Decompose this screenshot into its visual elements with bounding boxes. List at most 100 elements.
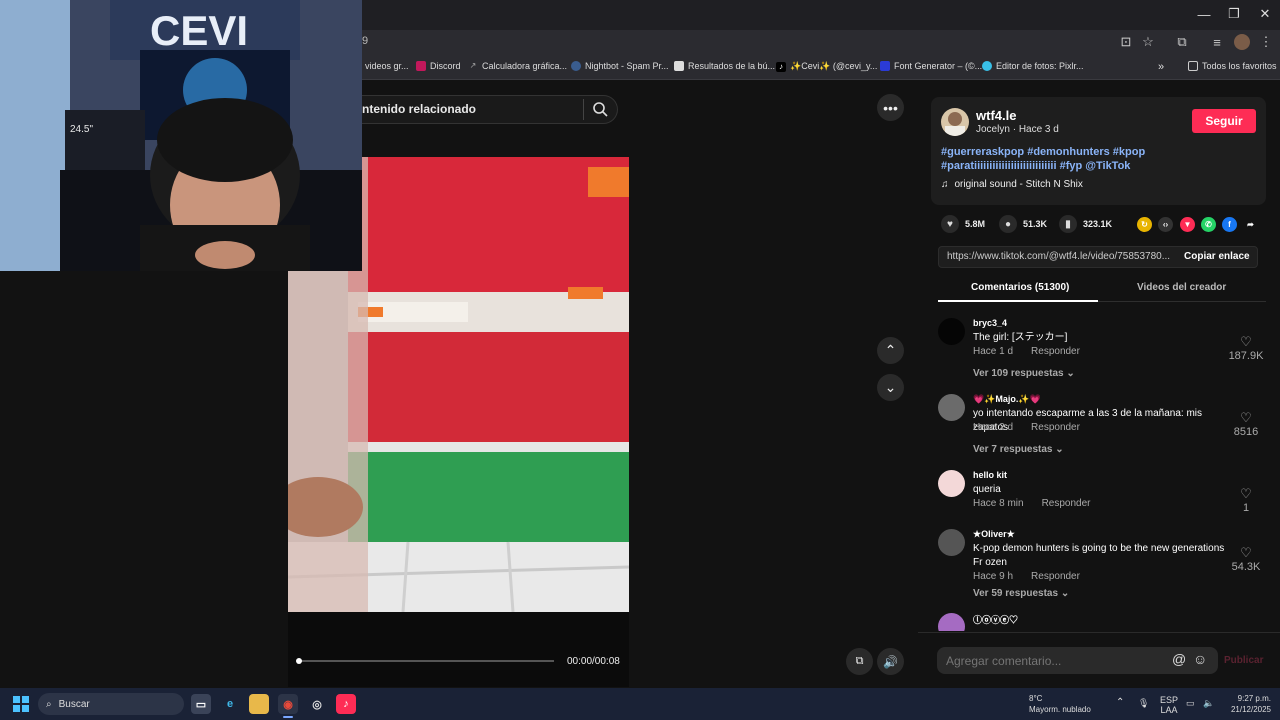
comment-like-button[interactable]: ♡ 1 <box>1226 486 1266 514</box>
tray-chevron-icon[interactable]: ⌃ <box>1116 698 1124 708</box>
floating-player-icon[interactable]: ⧉ <box>846 648 873 675</box>
comment-like-button[interactable]: ♡ 8516 <box>1226 410 1266 438</box>
comments-stat[interactable]: ● 51.3K <box>999 215 1047 233</box>
bookmark-item[interactable]: videos gr... <box>365 61 409 71</box>
more-options-icon[interactable]: ••• <box>877 94 904 121</box>
obs-icon[interactable]: ◎ <box>307 694 327 714</box>
chrome-icon[interactable]: ◉ <box>278 694 298 714</box>
emoji-icon[interactable]: ☺ <box>1193 651 1207 667</box>
view-replies-button[interactable]: Ver 109 respuestas ⌄ <box>973 368 1075 379</box>
close-window-button[interactable]: ✕ <box>1249 0 1280 28</box>
comment-avatar[interactable] <box>938 613 965 631</box>
microphone-icon[interactable]: 🎙 <box>1138 698 1149 708</box>
heart-outline-icon: ♡ <box>1240 545 1252 560</box>
search-icon[interactable] <box>592 101 608 117</box>
comment-avatar[interactable] <box>938 394 965 421</box>
next-video-icon[interactable]: ⌄ <box>877 374 904 401</box>
comment-user[interactable]: ★Oliver★ <box>973 529 1015 540</box>
document-icon <box>674 61 684 71</box>
comment-user[interactable]: ⓛⓞⓥⓔ♡ <box>973 613 1018 626</box>
comment-user[interactable]: hello kit <box>973 470 1007 480</box>
previous-video-icon[interactable]: ⌃ <box>877 337 904 364</box>
copy-link-button[interactable]: Copiar enlace <box>1184 251 1250 262</box>
media-control-icon[interactable]: ≡ <box>1209 34 1225 50</box>
bookmark-item[interactable]: Font Generator – (©... <box>880 61 982 71</box>
share-arrow-icon[interactable]: ➦ <box>1243 217 1258 232</box>
follow-button[interactable]: Seguir <box>1192 109 1256 133</box>
heart-outline-icon: ♡ <box>1240 486 1252 501</box>
comment-avatar[interactable] <box>938 470 965 497</box>
search-input-text[interactable]: ntenido relacionado <box>362 102 476 116</box>
reply-button[interactable]: Responder <box>1031 422 1080 433</box>
send-icon[interactable]: ▼ <box>1180 217 1195 232</box>
bookmark-item[interactable]: Nightbot - Spam Pr... <box>571 61 669 71</box>
comment-meta: Hace 9 h Responder <box>973 571 1080 582</box>
bookmark-star-icon[interactable]: ☆ <box>1140 34 1156 50</box>
reply-button[interactable]: Responder <box>1031 346 1080 357</box>
comment-avatar[interactable] <box>938 529 965 556</box>
music-note-icon: ♫ <box>941 179 949 190</box>
comment-text: K-pop demon hunters is going to be the n… <box>973 543 1225 568</box>
facebook-icon[interactable]: f <box>1222 217 1237 232</box>
tiktok-app-icon[interactable]: ♪ <box>336 694 356 714</box>
likes-stat[interactable]: ♥ 5.8M <box>941 215 985 233</box>
restore-button[interactable]: ❐ <box>1218 0 1250 28</box>
embed-icon[interactable]: ‹› <box>1158 217 1173 232</box>
taskbar-search[interactable]: ⌕ Buscar <box>38 693 184 715</box>
reply-button[interactable]: Responder <box>1042 498 1091 509</box>
comment-item: 💗✨Majo.✨💗 yo intentando escaparme a las … <box>938 394 1266 456</box>
creator-username[interactable]: wtf4.le <box>976 108 1016 123</box>
heart-icon: ♥ <box>941 215 959 233</box>
bookmark-item[interactable]: Resultados de la bú... <box>674 61 775 71</box>
bookmark-item[interactable]: ↗ Calculadora gráfica... <box>468 61 567 71</box>
network-icon[interactable]: ▭ <box>1186 698 1195 708</box>
weather-widget[interactable]: 8°C Mayorm. nublado <box>1029 693 1091 715</box>
extensions-icon[interactable]: ⧉ <box>1174 34 1190 50</box>
video-progress-bar[interactable] <box>296 658 554 664</box>
comment-avatar[interactable] <box>938 318 965 345</box>
view-replies-button[interactable]: Ver 59 respuestas ⌄ <box>973 588 1069 599</box>
volume-icon[interactable]: 🔊 <box>877 648 904 675</box>
edge-icon[interactable]: e <box>220 694 240 714</box>
browser-menu-icon[interactable]: ⋮ <box>1258 34 1274 50</box>
more-bookmarks-icon[interactable]: » <box>1158 61 1164 73</box>
speaker-icon[interactable]: 🔈 <box>1203 698 1214 708</box>
file-explorer-icon[interactable] <box>249 694 269 714</box>
publish-button[interactable]: Publicar <box>1224 655 1263 666</box>
active-app-indicator <box>283 716 293 718</box>
tab-creator-videos[interactable]: Videos del creador <box>1137 282 1226 293</box>
creator-avatar[interactable] <box>941 108 969 136</box>
task-view-icon[interactable]: ▭ <box>191 694 211 714</box>
font-generator-icon <box>880 61 890 71</box>
tab-comments[interactable]: Comentarios (51300) <box>971 282 1069 293</box>
address-text[interactable]: 9 <box>362 35 368 47</box>
post-sound[interactable]: ♫ original sound - Stitch N Shix <box>941 179 1083 190</box>
minimize-button[interactable]: — <box>1188 0 1220 28</box>
comment-item: bryc3_4 The girl: [ステッカー] Hace 1 d Respon… <box>938 318 1266 380</box>
start-button[interactable] <box>13 696 29 712</box>
repost-icon[interactable]: ↻ <box>1137 217 1152 232</box>
view-replies-button[interactable]: Ver 7 respuestas ⌄ <box>973 444 1064 455</box>
webcam-banner-text: CEVI <box>150 7 248 54</box>
video-link[interactable]: https://www.tiktok.com/@wtf4.le/video/75… <box>947 251 1172 262</box>
profile-avatar-icon[interactable] <box>1234 34 1250 50</box>
video-progress-knob[interactable] <box>296 658 302 664</box>
taskbar-clock[interactable]: 9:27 p.m. 21/12/2025 <box>1227 693 1271 715</box>
bookmark-icon: ▮ <box>1059 215 1077 233</box>
saves-stat[interactable]: ▮ 323.1K <box>1059 215 1112 233</box>
nightbot-icon <box>571 61 581 71</box>
comment-like-button[interactable]: ♡ 187.9K <box>1226 334 1266 362</box>
bookmark-item[interactable]: Discord <box>416 61 461 71</box>
bookmark-item[interactable]: Editor de fotos: Pixlr... <box>982 61 1084 71</box>
language-indicator[interactable]: ESP LAA <box>1160 695 1178 715</box>
comment-user[interactable]: bryc3_4 <box>973 318 1007 328</box>
all-favorites-folder[interactable]: Todos los favoritos <box>1188 61 1277 71</box>
reply-button[interactable]: Responder <box>1031 571 1080 582</box>
comment-like-button[interactable]: ♡ 54.3K <box>1226 545 1266 573</box>
install-app-icon[interactable]: ⊡ <box>1118 34 1134 50</box>
comment-user[interactable]: 💗✨Majo.✨💗 <box>973 394 1041 405</box>
mention-icon[interactable]: @ <box>1172 651 1186 667</box>
post-hashtags[interactable]: #guerreraskpop #demonhunters #kpop #para… <box>941 145 1171 173</box>
bookmark-item[interactable]: ♪ ✨Cevi✨ (@cevi_y... <box>776 61 877 72</box>
whatsapp-icon[interactable]: ✆ <box>1201 217 1216 232</box>
